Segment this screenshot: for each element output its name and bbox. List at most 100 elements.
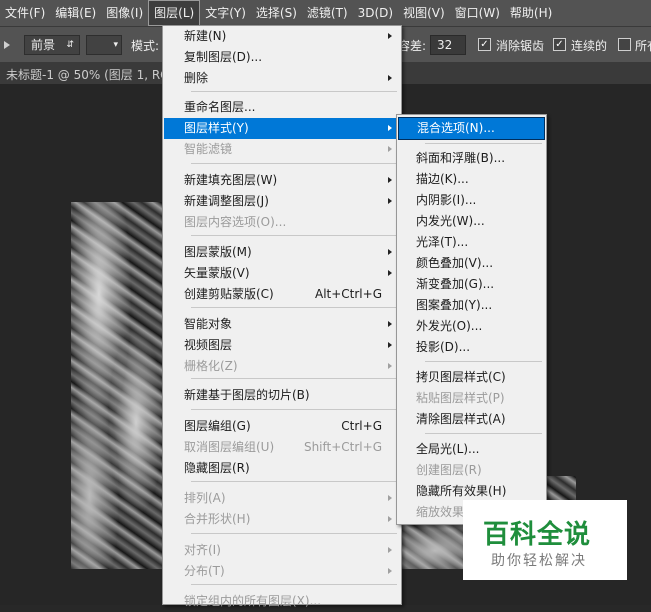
document-tab-title: 未标题-1 @ 50% (图层 1, RG — [6, 68, 170, 82]
menu-item[interactable]: 光泽(T)... — [398, 232, 545, 253]
watermark-title: 百科全说 — [483, 520, 592, 550]
menu-view[interactable]: 视图(V) — [398, 0, 450, 26]
menu-item[interactable]: 重命名图层... — [164, 97, 400, 118]
submenu-arrow-icon — [388, 75, 392, 81]
submenu-arrow-icon — [388, 125, 392, 131]
menu-item[interactable]: 混合选项(N)... — [398, 117, 545, 140]
mode-label: 模式: — [131, 39, 160, 53]
menu-select[interactable]: 选择(S) — [251, 0, 302, 26]
fill-source-select[interactable]: 前景 ⇵ — [24, 35, 80, 55]
menu-item[interactable]: 外发光(O)... — [398, 316, 545, 337]
contiguous-label: 连续的 — [571, 39, 608, 53]
contiguous-checkbox[interactable]: ✓ — [553, 38, 566, 51]
menu-item[interactable]: 图层样式(Y) — [164, 118, 400, 139]
menu-item-label: 合并形状(H) — [184, 512, 251, 526]
menu-separator — [425, 143, 542, 144]
menu-item[interactable]: 新建调整图层(J) — [164, 191, 400, 212]
menu-item: 合并形状(H) — [164, 509, 400, 530]
menu-item[interactable]: 颜色叠加(V)... — [398, 253, 545, 274]
menu-item-label: 颜色叠加(V)... — [416, 256, 494, 270]
menu-item-label: 新建调整图层(J) — [184, 194, 269, 208]
submenu-arrow-icon — [388, 516, 392, 522]
submenu-arrow-icon — [388, 177, 392, 183]
menu-item[interactable]: 隐藏图层(R) — [164, 458, 400, 479]
menu-image[interactable]: 图像(I) — [101, 0, 148, 26]
pattern-picker[interactable]: ▾ — [86, 35, 122, 55]
menu-item-label: 栅格化(Z) — [184, 359, 238, 373]
menu-item[interactable]: 智能对象 — [164, 314, 400, 335]
menu-type[interactable]: 文字(Y) — [200, 0, 251, 26]
tolerance-input[interactable]: 32 — [430, 35, 466, 55]
menu-edit[interactable]: 编辑(E) — [50, 0, 101, 26]
menu-filter[interactable]: 滤镜(T) — [302, 0, 353, 26]
submenu-arrow-icon — [388, 321, 392, 327]
fill-source-value: 前景 — [31, 38, 56, 52]
menu-item[interactable]: 内阴影(I)... — [398, 190, 545, 211]
menu-item[interactable]: 清除图层样式(A) — [398, 409, 545, 430]
submenu-arrow-icon — [388, 33, 392, 39]
all-layers-checkbox[interactable] — [618, 38, 631, 51]
menu-item: 排列(A) — [164, 488, 400, 509]
menu-item-label: 光泽(T)... — [416, 235, 469, 249]
menu-3d[interactable]: 3D(D) — [353, 0, 398, 26]
menu-item[interactable]: 新建基于图层的切片(B) — [164, 385, 400, 406]
menu-item[interactable]: 矢量蒙版(V) — [164, 263, 400, 284]
menu-item: 锁定组内的所有图层(X)... — [164, 591, 400, 612]
menu-item[interactable]: 内发光(W)... — [398, 211, 545, 232]
menu-item[interactable]: 投影(D)... — [398, 337, 545, 358]
watermark-subtitle: 助你轻松解决 — [491, 553, 587, 569]
menu-item[interactable]: 新建(N) — [164, 26, 400, 47]
menu-item-label: 锁定组内的所有图层(X)... — [184, 594, 322, 608]
menu-item[interactable]: 全局光(L)... — [398, 439, 545, 460]
menu-item[interactable]: 描边(K)... — [398, 169, 545, 190]
menu-item-label: 隐藏所有效果(H) — [416, 484, 507, 498]
menu-item[interactable]: 斜面和浮雕(B)... — [398, 148, 545, 169]
menu-item-label: 新建填充图层(W) — [184, 173, 278, 187]
menu-item[interactable]: 创建剪贴蒙版(C) Alt+Ctrl+G — [164, 284, 400, 305]
menu-item-label: 全局光(L)... — [416, 442, 480, 456]
menu-item[interactable]: 拷贝图层样式(C) — [398, 367, 545, 388]
menu-item-label: 复制图层(D)... — [184, 50, 263, 64]
submenu-arrow-icon — [388, 342, 392, 348]
menu-item-label: 图案叠加(Y)... — [416, 298, 493, 312]
layer-menu-dropdown: 新建(N) 复制图层(D)... 删除重命名图层... 图层样式(Y) 智能滤镜新建填充… — [162, 25, 402, 608]
menu-item[interactable]: 渐变叠加(G)... — [398, 274, 545, 295]
menu-bar: 文件(F) 编辑(E) 图像(I) 图层(L) 文字(Y) 选择(S) 滤镜(T… — [0, 0, 651, 26]
menu-item[interactable]: 新建填充图层(W) — [164, 170, 400, 191]
menu-item-label: 视频图层 — [184, 338, 233, 352]
tool-preset-icon[interactable] — [2, 39, 12, 51]
tolerance-label: 容差: — [398, 39, 427, 53]
menu-item[interactable]: 隐藏所有效果(H) — [398, 481, 545, 502]
menu-separator — [191, 235, 397, 236]
menu-help[interactable]: 帮助(H) — [505, 0, 557, 26]
menu-item-label: 对齐(I) — [184, 543, 221, 557]
menu-item-label: 拷贝图层样式(C) — [416, 370, 506, 384]
menu-separator — [425, 361, 542, 362]
menu-item: 分布(T) — [164, 561, 400, 582]
menu-item[interactable]: 图层蒙版(M) — [164, 242, 400, 263]
menu-item-label: 隐藏图层(R) — [184, 461, 250, 475]
menu-item[interactable]: 图层编组(G) Ctrl+G — [164, 416, 400, 437]
anti-alias-checkbox[interactable]: ✓ — [478, 38, 491, 51]
menu-item-label: 新建基于图层的切片(B) — [184, 388, 310, 402]
menu-item-label: 描边(K)... — [416, 172, 469, 186]
menu-item-shortcut: Ctrl+G — [341, 419, 382, 433]
menu-item: 创建图层(R) — [398, 460, 545, 481]
menu-file[interactable]: 文件(F) — [0, 0, 50, 26]
menu-item[interactable]: 视频图层 — [164, 335, 400, 356]
menu-item-label: 创建图层(R) — [416, 463, 482, 477]
menu-window[interactable]: 窗口(W) — [450, 0, 505, 26]
menu-item-label: 图层蒙版(M) — [184, 245, 252, 259]
menu-item-label: 排列(A) — [184, 491, 226, 505]
menu-item-label: 重命名图层... — [184, 100, 256, 114]
menu-item: 取消图层编组(U) Shift+Ctrl+G — [164, 437, 400, 458]
menu-item[interactable]: 图案叠加(Y)... — [398, 295, 545, 316]
menu-item[interactable]: 复制图层(D)... — [164, 47, 400, 68]
menu-layer[interactable]: 图层(L) — [148, 0, 201, 26]
watermark-logo: 百科全说 助你轻松解决 — [463, 500, 627, 580]
menu-item-label: 图层编组(G) — [184, 419, 251, 433]
submenu-arrow-icon — [388, 270, 392, 276]
submenu-arrow-icon — [388, 363, 392, 369]
menu-item[interactable]: 删除 — [164, 68, 400, 89]
menu-item-label: 智能滤镜 — [184, 142, 233, 156]
